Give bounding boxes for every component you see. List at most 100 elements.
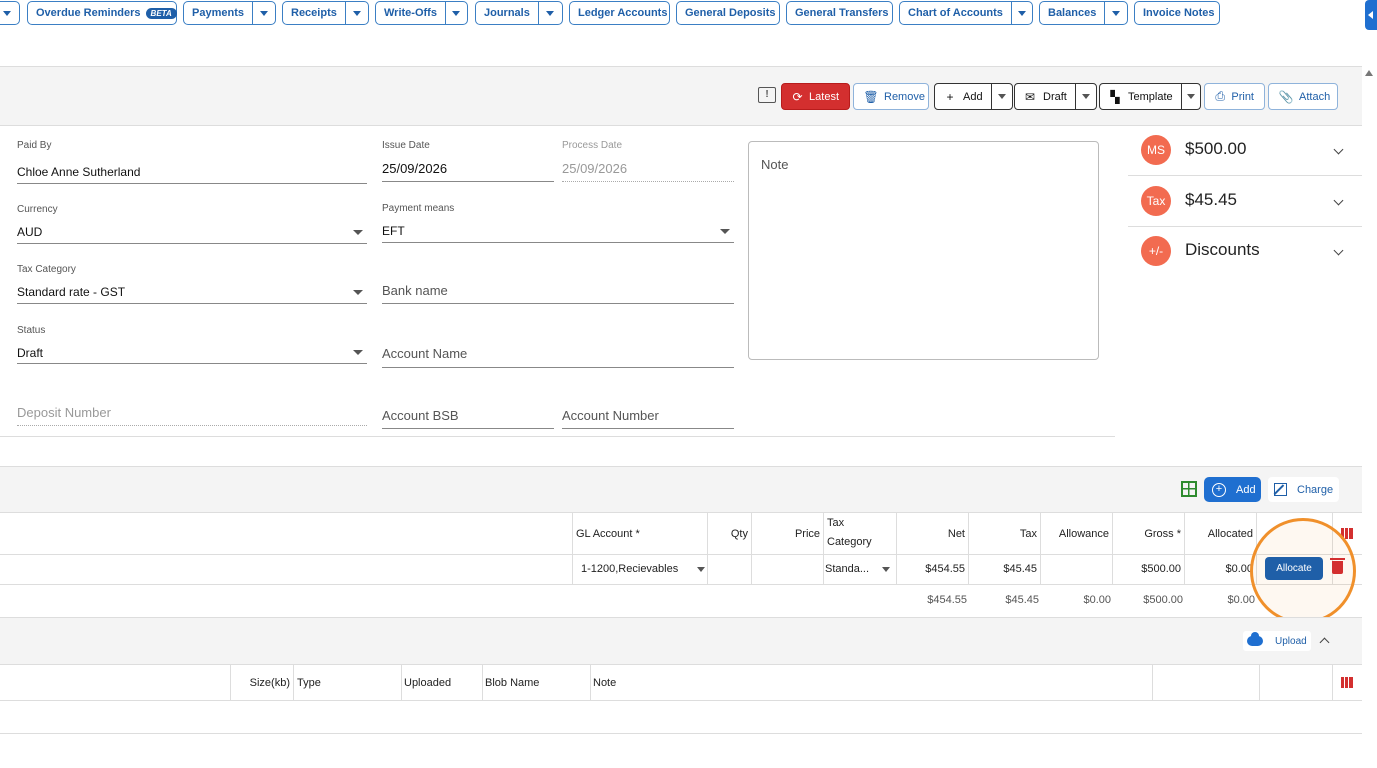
- status-select[interactable]: Status Draft: [17, 325, 367, 367]
- chevron-down-icon: [1017, 10, 1026, 16]
- account-bsb-field[interactable]: Account BSB: [382, 385, 554, 430]
- tax-category-select[interactable]: Tax Category Standard rate - GST: [17, 264, 367, 306]
- comment-icon[interactable]: !: [758, 87, 776, 103]
- side-panel-toggle[interactable]: [1365, 0, 1377, 30]
- nav-item-label[interactable]: Journals: [476, 2, 538, 24]
- header-tax-category-line2[interactable]: Category: [827, 535, 872, 549]
- header-gl-account[interactable]: GL Account *: [576, 513, 640, 554]
- nav-journals-dropdown[interactable]: [537, 2, 562, 24]
- draft-button-main[interactable]: ✉ Draft: [1015, 84, 1075, 109]
- nav-ledger-accounts[interactable]: Ledger Accounts: [569, 1, 670, 25]
- summary-tax[interactable]: Tax $45.45: [1128, 177, 1362, 227]
- nav-receipts[interactable]: Receipts: [282, 1, 369, 25]
- header-size[interactable]: Size(kb): [230, 665, 290, 700]
- spreadsheet-icon[interactable]: [1181, 481, 1197, 497]
- chevron-down-icon[interactable]: [1333, 245, 1344, 256]
- nav-overdue-reminders[interactable]: Overdue Reminders BETA: [27, 1, 177, 25]
- nav-invoice-notes[interactable]: Invoice Notes: [1134, 1, 1220, 25]
- allocate-button[interactable]: Allocate: [1265, 557, 1323, 580]
- vertical-scrollbar[interactable]: [1362, 66, 1377, 768]
- latest-button[interactable]: ⟳ Latest: [781, 83, 850, 110]
- field-value: Standard rate - GST: [17, 285, 126, 299]
- header-gross[interactable]: Gross *: [1112, 513, 1181, 554]
- print-label: Print: [1231, 90, 1254, 103]
- header-allowance[interactable]: Allowance: [1040, 513, 1109, 554]
- field-underline: [562, 428, 734, 429]
- bank-name-field[interactable]: Bank name: [382, 264, 734, 306]
- scroll-up-icon[interactable]: [1365, 70, 1373, 76]
- nav-item-label[interactable]: Chart of Accounts: [900, 2, 1011, 24]
- account-number-field[interactable]: Account Number: [562, 385, 734, 430]
- nav-journals[interactable]: Journals: [475, 1, 563, 25]
- nav-general-transfers[interactable]: General Transfers: [786, 1, 893, 25]
- nav-item-label[interactable]: Write-Offs: [376, 2, 445, 24]
- row-gl-account[interactable]: 1-1200,Recievables: [581, 554, 678, 584]
- field-underline: [17, 363, 367, 364]
- header-tax-category[interactable]: Tax: [827, 516, 844, 530]
- header-tax[interactable]: Tax: [968, 513, 1037, 554]
- nav-general-deposits[interactable]: General Deposits: [676, 1, 780, 25]
- draft-dropdown[interactable]: [1074, 84, 1096, 109]
- account-name-field[interactable]: Account Name: [382, 325, 734, 369]
- draft-button[interactable]: ✉ Draft: [1014, 83, 1097, 110]
- template-button[interactable]: ▚ Template: [1099, 83, 1201, 110]
- summary-value: Discounts: [1185, 240, 1260, 259]
- field-value: 25/09/2026: [382, 161, 448, 176]
- nav-payments-dropdown[interactable]: [251, 2, 275, 24]
- print-button[interactable]: ⎙ Print: [1204, 83, 1265, 110]
- chevron-down-icon[interactable]: [882, 567, 890, 572]
- columns-icon[interactable]: [1341, 677, 1353, 688]
- nav-balances[interactable]: Balances: [1039, 1, 1128, 25]
- nav-chart-of-accounts-dropdown[interactable]: [1010, 2, 1032, 24]
- nav-write-offs-dropdown[interactable]: [444, 2, 467, 24]
- header-qty[interactable]: Qty: [707, 513, 748, 554]
- chevron-down-icon[interactable]: [697, 567, 705, 572]
- issue-date-field[interactable]: Issue Date 25/09/2026: [382, 140, 554, 185]
- header-allocated[interactable]: Allocated: [1184, 513, 1253, 554]
- add-button-main[interactable]: + Add: [935, 84, 991, 109]
- template-dropdown[interactable]: [1180, 84, 1200, 109]
- add-line-button[interactable]: + Add: [1204, 477, 1261, 502]
- delete-row-icon[interactable]: [1330, 558, 1345, 574]
- header-blob-name[interactable]: Blob Name: [485, 665, 539, 700]
- nav-item-label[interactable]: Payments: [184, 2, 252, 24]
- add-dropdown[interactable]: [990, 84, 1012, 109]
- header-net[interactable]: Net: [896, 513, 965, 554]
- chevron-down-icon[interactable]: [1333, 144, 1344, 155]
- nav-write-offs[interactable]: Write-Offs: [375, 1, 468, 25]
- header-uploaded[interactable]: Uploaded: [404, 665, 451, 700]
- field-underline: [382, 242, 734, 243]
- charge-label: Charge: [1297, 483, 1334, 496]
- deposit-number-field[interactable]: Deposit Number: [17, 385, 367, 427]
- nav-payments[interactable]: Payments: [183, 1, 276, 25]
- upload-button[interactable]: Upload: [1243, 631, 1311, 651]
- charge-button[interactable]: Charge: [1268, 477, 1340, 502]
- field-underline: [17, 303, 367, 304]
- nav-item-label: General Deposits: [685, 7, 776, 19]
- nav-balances-dropdown[interactable]: [1104, 2, 1127, 24]
- paid-by-field[interactable]: Paid By Chloe Anne Sutherland: [17, 140, 367, 185]
- summary-discounts[interactable]: +/- Discounts: [1128, 227, 1362, 277]
- row-tax: $45.45: [1003, 563, 1037, 575]
- nav-receipts-dropdown[interactable]: [344, 2, 368, 24]
- row-tax-category[interactable]: Standa...: [825, 554, 869, 584]
- nav-item-label[interactable]: Balances: [1040, 2, 1104, 24]
- payment-means-select[interactable]: Payment means EFT: [382, 203, 734, 245]
- currency-select[interactable]: Currency AUD: [17, 204, 367, 246]
- add-button[interactable]: + Add: [934, 83, 1013, 110]
- chevron-down-icon[interactable]: [1333, 195, 1344, 206]
- remove-button[interactable]: 🗑 Remove: [853, 83, 929, 110]
- attach-button[interactable]: 📎 Attach: [1268, 83, 1338, 110]
- header-price[interactable]: Price: [751, 513, 820, 554]
- summary-total[interactable]: MS $500.00: [1128, 126, 1362, 176]
- header-type[interactable]: Type: [297, 665, 321, 700]
- note-textarea[interactable]: Note: [748, 141, 1099, 360]
- nav-chart-of-accounts[interactable]: Chart of Accounts: [899, 1, 1033, 25]
- chevron-down-icon: [997, 94, 1006, 99]
- field-value: EFT: [382, 224, 405, 238]
- template-button-main[interactable]: ▚ Template: [1100, 84, 1181, 109]
- top-navigation: Overdue Reminders BETA Payments Receipts …: [0, 0, 1377, 66]
- header-note[interactable]: Note: [593, 665, 616, 700]
- nav-item-label[interactable]: Receipts: [283, 2, 345, 24]
- nav-previous-dropdown[interactable]: [0, 1, 20, 25]
